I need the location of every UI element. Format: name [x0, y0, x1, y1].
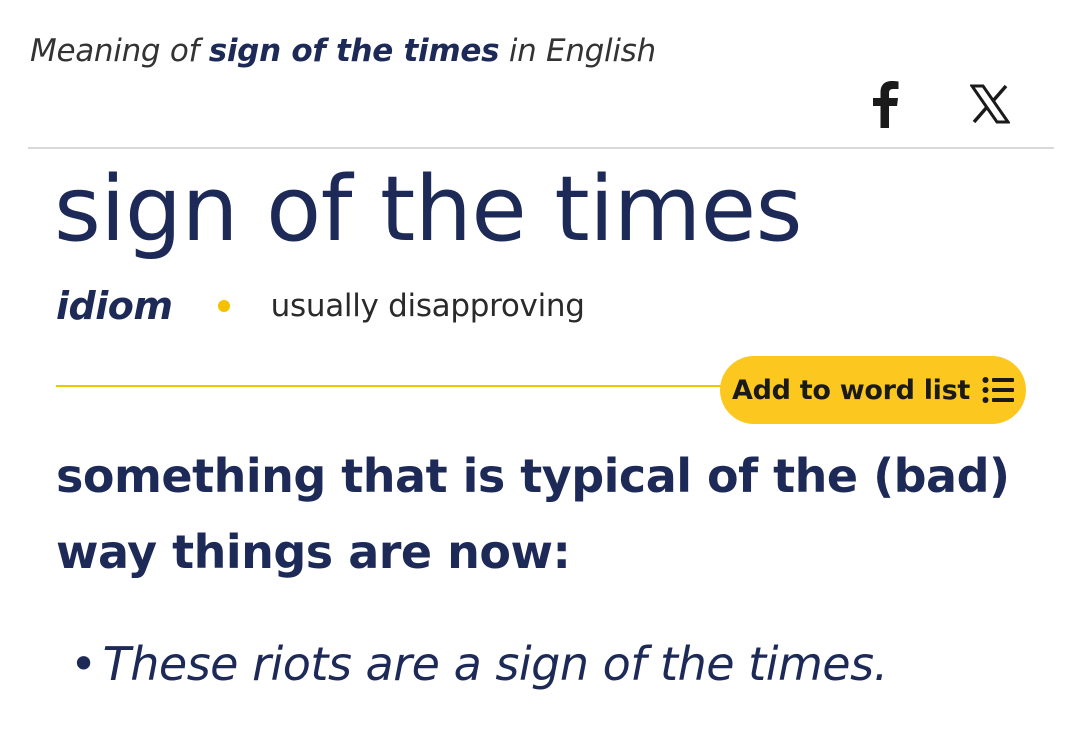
add-to-word-list-button[interactable]: Add to word list — [720, 356, 1026, 424]
list-icon — [982, 377, 1015, 403]
meaning-suffix: in English — [508, 33, 656, 69]
part-of-speech: idiom — [56, 284, 173, 328]
header-divider — [28, 147, 1054, 149]
add-to-word-list-label: Add to word list — [731, 374, 971, 406]
facebook-icon[interactable] — [870, 80, 900, 128]
bullet-icon: • — [70, 637, 97, 691]
x-icon[interactable] — [970, 84, 1010, 124]
meaning-prefix: Meaning of — [30, 33, 200, 69]
grammar-line: idiom usually disapproving — [56, 284, 585, 330]
example-text: These riots are a sign of the times. — [102, 637, 889, 691]
headword: sign of the times — [54, 157, 803, 262]
separator-dot — [217, 300, 230, 312]
example-sentence: • These riots are a sign of the times. — [70, 637, 888, 691]
share-bar — [858, 80, 1038, 132]
meaning-term: sign of the times — [208, 33, 500, 69]
definition-text: something that is typical of the (bad) w… — [56, 449, 1010, 579]
definition-divider — [56, 385, 746, 387]
page-subtitle: Meaning of sign of the times in English — [30, 33, 656, 69]
usage-label: usually disapproving — [270, 288, 585, 324]
